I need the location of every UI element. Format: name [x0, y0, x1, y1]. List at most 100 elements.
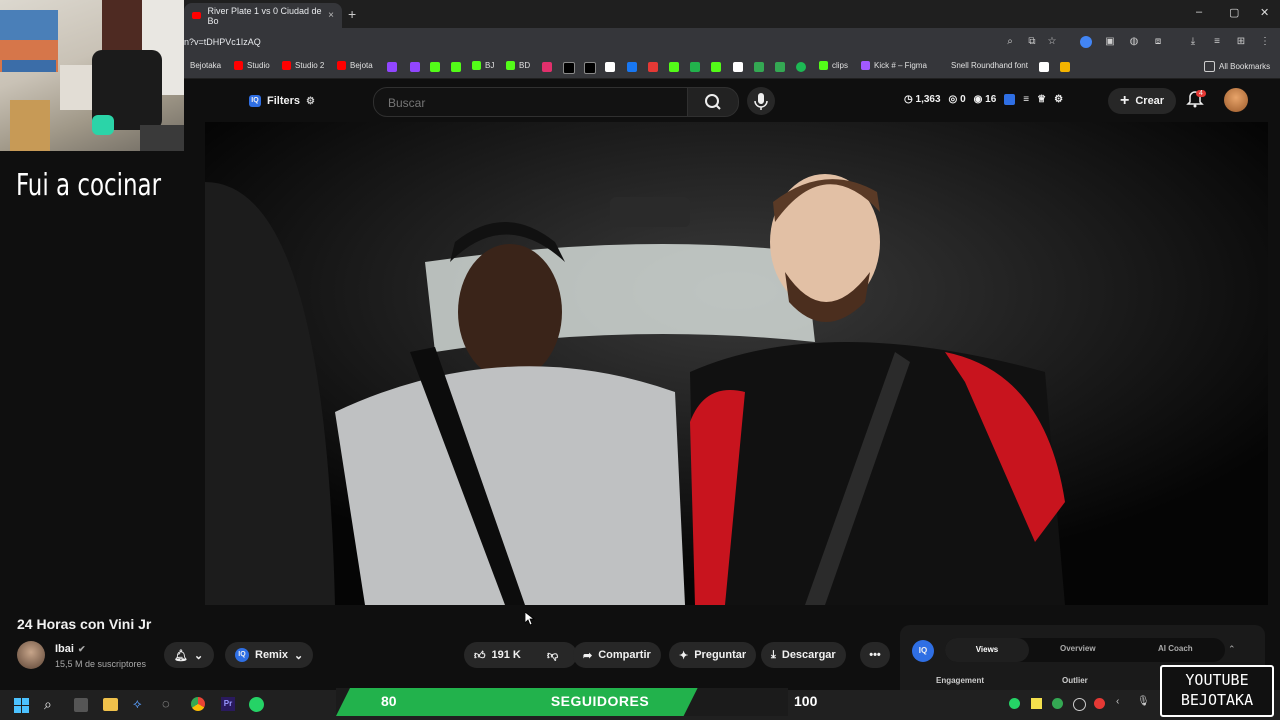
- twitch-icon[interactable]: [387, 62, 397, 72]
- user-avatar[interactable]: [1224, 88, 1248, 112]
- bookmark-icon[interactable]: [627, 62, 637, 72]
- channel-name[interactable]: Ibai ✔: [55, 643, 86, 655]
- download-icon[interactable]: ⤓: [1187, 36, 1199, 48]
- plus-icon: +: [1120, 92, 1130, 109]
- share-button[interactable]: ➦ Compartir: [573, 642, 661, 668]
- settings-icon[interactable]: ⚙: [1054, 94, 1063, 105]
- bookmark-item[interactable]: Bejotaka: [190, 61, 221, 70]
- kick-icon[interactable]: [451, 62, 461, 72]
- kick-icon[interactable]: [430, 62, 440, 72]
- ask-button[interactable]: ✦ Preguntar: [669, 642, 757, 668]
- bookmark-item[interactable]: Studio: [234, 61, 270, 70]
- more-menu-icon[interactable]: ⋮: [1259, 36, 1271, 48]
- clock-icon: ◷: [904, 94, 916, 105]
- search-box: [373, 87, 688, 117]
- maximize-button[interactable]: ▢: [1229, 6, 1239, 19]
- search-button[interactable]: [687, 87, 739, 117]
- tray-icon[interactable]: [1031, 698, 1042, 709]
- bookmark-icon[interactable]: [605, 62, 615, 72]
- channel-avatar[interactable]: [17, 641, 45, 669]
- task-view-icon[interactable]: [74, 698, 88, 712]
- cast-icon[interactable]: ⧉: [1026, 36, 1038, 48]
- views-stat: ◉ 16: [973, 94, 997, 105]
- subscribed-notifications-button[interactable]: 🔔︎ ⌄: [164, 642, 214, 668]
- extension-icon[interactable]: ◍: [1128, 36, 1140, 48]
- bookmark-icon[interactable]: [669, 62, 679, 72]
- video-player[interactable]: [205, 122, 1268, 605]
- file-explorer-icon[interactable]: [103, 698, 118, 711]
- insights-tabs: Views Overview AI Coach: [945, 638, 1225, 662]
- translate-icon[interactable]: ⊞: [1235, 36, 1247, 48]
- search-icon: [705, 94, 721, 110]
- tray-mic-icon[interactable]: 🎙︎: [1137, 696, 1150, 707]
- twitch-icon[interactable]: [410, 62, 420, 72]
- tab-views[interactable]: Views: [945, 638, 1029, 662]
- url-field[interactable]: n?v=tDHPVc1IzAQ: [184, 37, 261, 47]
- youtube-icon: [282, 61, 291, 70]
- bookmark-star-icon[interactable]: ☆: [1046, 36, 1058, 48]
- app-icon[interactable]: ◌: [162, 696, 170, 711]
- tray-icon[interactable]: [1073, 698, 1086, 711]
- bookmark-icon[interactable]: [690, 62, 700, 72]
- tiktok-icon[interactable]: [563, 62, 575, 74]
- chevron-down-icon: ⌄: [294, 649, 304, 662]
- create-button[interactable]: + Crear: [1108, 88, 1177, 114]
- filters-button[interactable]: IQ Filters ⚙: [239, 89, 325, 113]
- bookmark-icon[interactable]: [1060, 62, 1070, 72]
- tray-chrome-icon[interactable]: [1052, 698, 1063, 709]
- whatsapp-icon[interactable]: [249, 697, 264, 712]
- download-button[interactable]: ⤓ Descargar: [761, 642, 846, 668]
- search-icon[interactable]: ⌕: [44, 696, 52, 713]
- bookmark-icon[interactable]: [733, 62, 743, 72]
- remix-button[interactable]: IQ Remix ⌄: [225, 642, 314, 668]
- chrome-icon[interactable]: [191, 697, 205, 711]
- drive-icon[interactable]: [754, 62, 764, 72]
- verified-icon: ✔: [77, 644, 86, 654]
- extension-icon[interactable]: ▣: [1104, 36, 1116, 48]
- more-actions-button[interactable]: •••: [860, 642, 890, 668]
- premiere-pro-icon[interactable]: Pr: [221, 697, 235, 711]
- vidiq-icon: IQ: [235, 648, 249, 662]
- spotify-icon[interactable]: [796, 62, 806, 72]
- search-input[interactable]: [386, 95, 670, 111]
- x-icon[interactable]: [584, 62, 596, 74]
- bookmark-item[interactable]: Kick # – Figma: [861, 61, 927, 70]
- close-window-button[interactable]: ✕: [1260, 6, 1269, 19]
- all-bookmarks[interactable]: All Bookmarks: [1204, 61, 1270, 72]
- close-tab-icon[interactable]: ×: [328, 10, 334, 21]
- tray-chevron-icon[interactable]: ‹: [1116, 696, 1119, 707]
- bookmark-item[interactable]: Studio 2: [282, 61, 324, 70]
- bookmark-item[interactable]: BD: [506, 61, 530, 70]
- tab-ai-coach[interactable]: AI Coach: [1158, 644, 1193, 653]
- tab-overview[interactable]: Overview: [1060, 644, 1096, 653]
- minimize-button[interactable]: –: [1196, 6, 1202, 18]
- bookmark-item[interactable]: Snell Roundhand font: [951, 61, 1028, 70]
- video-frame: [205, 122, 1268, 605]
- thumbs-up-icon: 👍︎: [474, 649, 486, 662]
- menu-icon[interactable]: ≡: [1023, 94, 1029, 105]
- google-icon[interactable]: [1039, 62, 1049, 72]
- voice-search-button[interactable]: [747, 87, 775, 115]
- drive-icon[interactable]: [775, 62, 785, 72]
- trophy-icon[interactable]: ♕: [1037, 94, 1046, 105]
- collapse-chevron-icon[interactable]: ⌃: [1228, 644, 1236, 655]
- bookmark-icon[interactable]: [711, 62, 721, 72]
- bookmark-item[interactable]: Bejota: [337, 61, 373, 70]
- bookmark-item[interactable]: clips: [819, 61, 848, 70]
- dislike-button[interactable]: 👎︎: [537, 642, 577, 668]
- reading-list-icon[interactable]: ≡: [1211, 36, 1223, 48]
- bookmark-item[interactable]: BJ: [472, 61, 494, 70]
- bookmark-icon[interactable]: [648, 62, 658, 72]
- vidiq-icon[interactable]: [1004, 94, 1016, 105]
- extensions-puzzle-icon[interactable]: ⧈: [1152, 36, 1164, 48]
- instagram-icon[interactable]: [542, 62, 552, 72]
- count-stat: ◎ 0: [948, 94, 966, 105]
- extension-icon[interactable]: [1080, 36, 1092, 48]
- tray-whatsapp-icon[interactable]: [1009, 698, 1020, 709]
- app-icon[interactable]: ⟡: [133, 696, 142, 712]
- new-tab-button[interactable]: +: [348, 6, 356, 22]
- browser-tab[interactable]: River Plate 1 vs 0 Ciudad de Bo ×: [184, 3, 342, 28]
- windows-start-icon[interactable]: [14, 698, 29, 713]
- tray-icon[interactable]: [1094, 698, 1105, 709]
- zoom-icon[interactable]: ⌕: [1004, 36, 1016, 48]
